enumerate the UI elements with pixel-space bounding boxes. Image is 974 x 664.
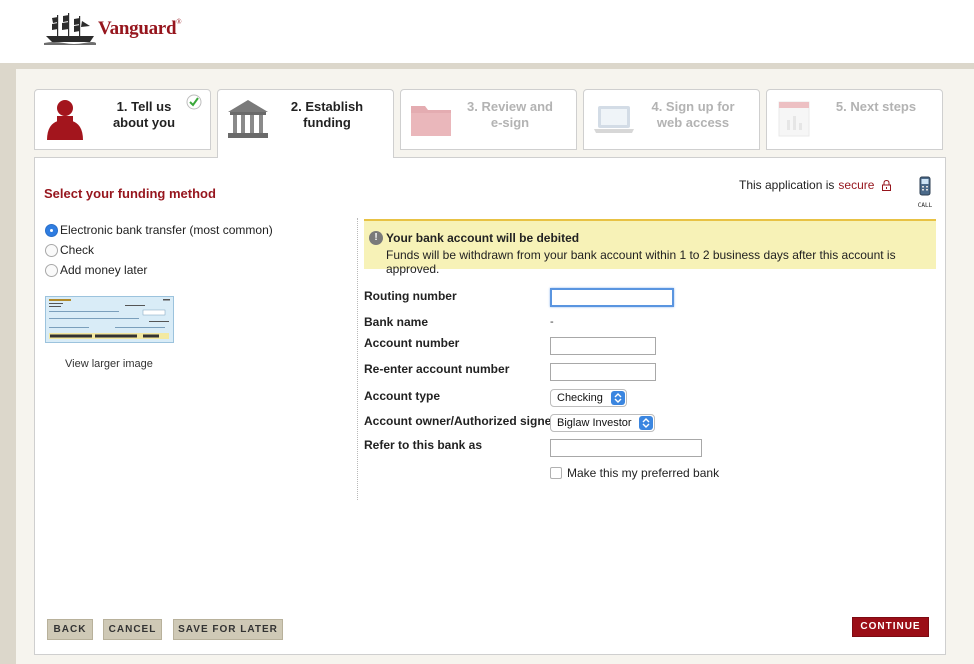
ship-icon — [44, 13, 96, 45]
column-divider — [357, 218, 358, 500]
laptop-icon — [594, 106, 634, 133]
debit-alert: ! Your bank account will be debited Fund… — [364, 219, 936, 276]
preferred-bank-option[interactable]: Make this my preferred bank — [550, 466, 719, 480]
alert-body: Funds will be withdrawn from your bank a… — [386, 248, 896, 276]
account-number-input[interactable] — [550, 337, 656, 355]
preferred-bank-checkbox[interactable] — [550, 467, 562, 479]
radio-check[interactable]: Check — [45, 240, 273, 260]
account-owner-label: Account owner/Authorized signer — [364, 414, 557, 428]
secure-link[interactable]: secure — [838, 178, 874, 192]
account-type-label: Account type — [364, 389, 441, 403]
account-owner-value: Biglaw Investor — [557, 417, 632, 429]
radio-label: Electronic bank transfer (most common) — [60, 223, 273, 237]
radio-add-money-later[interactable]: Add money later — [45, 260, 273, 280]
calendar-icon — [778, 101, 810, 137]
lock-icon — [882, 179, 892, 191]
step-label: 5. Next steps — [835, 99, 917, 114]
folder-icon — [411, 106, 451, 136]
radio-button[interactable] — [45, 263, 58, 277]
secure-prefix: This application is — [739, 178, 835, 192]
step-label: 1. Tell us about you — [112, 99, 176, 130]
step-label: 4. Sign up for web access — [651, 99, 735, 130]
back-button[interactable]: BACK — [47, 619, 93, 640]
bank-name-value: - — [550, 316, 554, 328]
step-tell-us-about-you[interactable]: 1. Tell us about you — [34, 89, 211, 150]
cancel-button[interactable]: CANCEL — [103, 619, 162, 640]
radio-button[interactable] — [45, 243, 58, 257]
sample-check-image[interactable] — [45, 296, 174, 343]
section-title: Select your funding method — [44, 186, 216, 201]
phone-icon — [919, 176, 931, 196]
account-owner-select[interactable]: Biglaw Investor — [550, 414, 655, 432]
alert-title: Your bank account will be debited — [386, 231, 580, 245]
continue-button[interactable]: CONTINUE — [852, 617, 929, 637]
brand-name: Vanguard® — [98, 18, 182, 39]
radio-label: Add money later — [60, 263, 148, 277]
routing-number-input[interactable] — [550, 288, 674, 307]
step-next-steps: 5. Next steps — [766, 89, 943, 150]
account-number-label: Account number — [364, 336, 460, 350]
step-review-and-esign: 3. Review and e-sign — [400, 89, 577, 150]
funding-method-group: Electronic bank transfer (most common) C… — [45, 220, 273, 280]
bank-name-label: Bank name — [364, 315, 429, 329]
step-sign-up-web-access: 4. Sign up for web access — [583, 89, 760, 150]
radio-electronic-transfer[interactable]: Electronic bank transfer (most common) — [45, 220, 273, 240]
routing-number-label: Routing number — [364, 289, 457, 303]
call-label: CALL — [917, 202, 933, 209]
secure-notice: This application is secure — [739, 178, 892, 192]
step-establish-funding[interactable]: 2. Establish funding — [217, 89, 394, 158]
reenter-account-number-input[interactable] — [550, 363, 656, 381]
bank-nickname-input[interactable] — [550, 439, 702, 457]
bank-icon — [228, 100, 268, 138]
account-type-value: Checking — [557, 392, 603, 404]
view-larger-image-link[interactable]: View larger image — [65, 358, 153, 370]
person-icon — [47, 100, 83, 140]
step-label: 2. Establish funding — [290, 99, 364, 130]
reenter-account-number-label: Re-enter account number — [364, 362, 510, 376]
radio-label: Check — [60, 243, 95, 257]
step-label: 3. Review and e-sign — [467, 99, 553, 130]
select-arrows-icon — [639, 416, 653, 430]
account-type-select[interactable]: Checking — [550, 389, 627, 407]
site-header: Vanguard® — [0, 0, 974, 63]
select-arrows-icon — [611, 391, 625, 405]
save-for-later-button[interactable]: SAVE FOR LATER — [173, 619, 283, 640]
preferred-bank-label: Make this my preferred bank — [567, 466, 720, 480]
check-icon — [186, 94, 202, 110]
exclamation-icon: ! — [369, 231, 383, 245]
call-button[interactable]: CALL — [913, 176, 937, 209]
radio-button[interactable] — [45, 223, 58, 237]
bank-nickname-label: Refer to this bank as — [364, 438, 483, 452]
vanguard-logo[interactable]: Vanguard® — [44, 12, 182, 46]
